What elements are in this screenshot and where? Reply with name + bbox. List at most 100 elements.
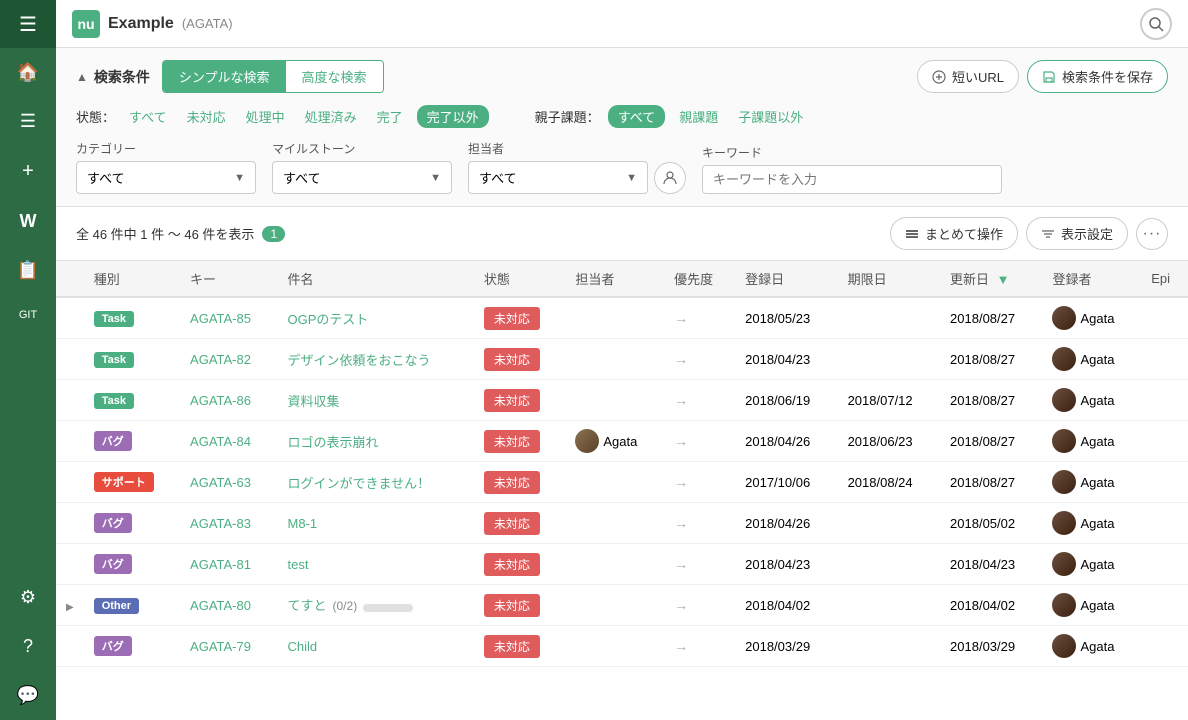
sidebar-item-list[interactable]: ☰ [0, 97, 56, 146]
expand-cell [56, 339, 84, 380]
issue-name-link[interactable]: M8-1 [288, 516, 318, 531]
status-filter-processing[interactable]: 処理中 [240, 105, 291, 128]
updated-cell: 2018/08/27 [940, 421, 1042, 462]
table-row: TaskAGATA-85OGPのテスト未対応→2018/05/232018/08… [56, 297, 1188, 339]
hamburger-icon[interactable]: ☰ [19, 12, 37, 37]
assignee-select[interactable]: すべて ▼ [468, 161, 648, 194]
registered-cell: 2018/04/26 [735, 503, 837, 544]
sidebar-item-wiki[interactable]: W [0, 197, 56, 246]
display-settings-button[interactable]: 表示設定 [1026, 217, 1128, 250]
issue-key-link[interactable]: AGATA-85 [190, 311, 251, 326]
issue-name-link[interactable]: Child [288, 639, 318, 654]
issues-table: 種別 キー 件名 状態 担当者 優先度 登録日 期限日 更新日 ▼ 登録者 Ep… [56, 261, 1188, 667]
issue-name-link[interactable]: OGPのテスト [288, 312, 369, 327]
sidebar-item-help[interactable]: ? [0, 622, 56, 671]
issue-key-link[interactable]: AGATA-80 [190, 598, 251, 613]
parent-filter-except-child[interactable]: 子課題以外 [732, 105, 809, 128]
issue-name-link[interactable]: ログインができません！ [288, 476, 431, 491]
expand-cell [56, 626, 84, 667]
status-filter-unresponded[interactable]: 未対応 [181, 105, 232, 128]
registered-cell: 2017/10/06 [735, 462, 837, 503]
issue-key-link[interactable]: AGATA-63 [190, 475, 251, 490]
priority-icon: → [674, 556, 688, 572]
sort-down-icon: ▼ [997, 272, 1010, 287]
epic-cell [1141, 503, 1188, 544]
deadline-cell [838, 297, 940, 339]
issue-key-link[interactable]: AGATA-83 [190, 516, 251, 531]
bulk-operation-button[interactable]: まとめて操作 [890, 217, 1018, 250]
category-select[interactable]: すべて ▼ [76, 161, 256, 194]
col-updated[interactable]: 更新日 ▼ [940, 261, 1042, 297]
issue-key-link[interactable]: AGATA-81 [190, 557, 251, 572]
type-cell: サポート [84, 462, 180, 503]
keyword-group: キーワード [702, 144, 1168, 194]
sidebar-item-home[interactable]: 🏠 [0, 48, 56, 97]
issue-key-link[interactable]: AGATA-86 [190, 393, 251, 408]
save-conditions-button[interactable]: 検索条件を保存 [1027, 60, 1168, 93]
tab-advanced-search[interactable]: 高度な検索 [286, 61, 383, 92]
milestone-select[interactable]: すべて ▼ [272, 161, 452, 194]
expand-button[interactable]: ▶ [66, 602, 74, 613]
tab-simple-search[interactable]: シンプルな検索 [163, 61, 286, 92]
col-type: 種別 [84, 261, 180, 297]
app-logo: nu [72, 10, 100, 38]
assignee-cell: Agata [565, 421, 664, 462]
sidebar-item-files[interactable]: 📋 [0, 246, 56, 295]
status-filter-all[interactable]: すべて [123, 105, 173, 128]
priority-icon: → [674, 597, 688, 613]
status-badge: 未対応 [484, 307, 540, 330]
issue-name-link[interactable]: てすと [288, 598, 327, 613]
type-badge: Other [94, 598, 139, 614]
table-row: TaskAGATA-86資料収集未対応→2018/06/192018/07/12… [56, 380, 1188, 421]
short-url-button[interactable]: 短いURL [917, 60, 1019, 93]
status-badge: 未対応 [484, 594, 540, 617]
header-left: nu Example (AGATA) [72, 10, 233, 38]
type-badge: バグ [94, 636, 132, 656]
issue-name-link[interactable]: test [288, 557, 309, 572]
assignee-dropdown-group: 担当者 すべて ▼ [468, 140, 686, 194]
search-icon[interactable] [1140, 8, 1172, 40]
issue-key-link[interactable]: AGATA-79 [190, 639, 251, 654]
table-row: バグAGATA-83M8-1未対応→2018/04/262018/05/02Ag… [56, 503, 1188, 544]
parent-filter-parent[interactable]: 親課題 [673, 105, 724, 128]
status-badge: 未対応 [484, 430, 540, 453]
registrant-cell: Agata [1042, 626, 1141, 667]
status-cell: 未対応 [474, 585, 566, 626]
status-badge: 未対応 [484, 553, 540, 576]
issue-key-link[interactable]: AGATA-84 [190, 434, 251, 449]
type-badge: Task [94, 352, 134, 368]
issue-name-link[interactable]: 資料収集 [288, 394, 340, 409]
updated-cell: 2018/05/02 [940, 503, 1042, 544]
sidebar-item-add[interactable]: + [0, 146, 56, 197]
sidebar-logo[interactable]: ☰ [0, 0, 56, 48]
status-filter-processed[interactable]: 処理済み [299, 105, 363, 128]
deadline-cell: 2018/08/24 [838, 462, 940, 503]
registrant-name: Agata [1080, 516, 1114, 531]
sidebar-item-settings[interactable]: ⚙ [0, 573, 56, 622]
registrant-avatar [1052, 593, 1076, 617]
issue-name-link[interactable]: ロゴの表示崩れ [288, 435, 379, 450]
col-registrant: 登録者 [1042, 261, 1141, 297]
registrant-name: Agata [1080, 639, 1114, 654]
parent-filter-all[interactable]: すべて [608, 105, 666, 128]
status-filter-done[interactable]: 完了 [371, 105, 409, 128]
keyword-input[interactable] [702, 165, 1002, 194]
registered-cell: 2018/04/23 [735, 544, 837, 585]
more-options-button[interactable]: ··· [1136, 218, 1168, 250]
status-cell: 未対応 [474, 462, 566, 503]
user-select-icon[interactable] [654, 162, 686, 194]
registrant-cell: Agata [1042, 421, 1141, 462]
issue-key-link[interactable]: AGATA-82 [190, 352, 251, 367]
status-filter-not-done[interactable]: 完了以外 [417, 105, 489, 128]
expand-cell [56, 421, 84, 462]
key-cell: AGATA-86 [180, 380, 277, 421]
sidebar-item-chat[interactable]: 💬 [0, 671, 56, 720]
type-badge: バグ [94, 554, 132, 574]
sidebar-item-git[interactable]: GIT [0, 295, 56, 335]
issue-name-link[interactable]: デザイン依頼をおこなう [288, 353, 431, 368]
col-key: キー [180, 261, 277, 297]
priority-cell: → [664, 544, 735, 585]
search-area: ▲ 検索条件 シンプルな検索 高度な検索 短いURL 検索条件を保存 [56, 48, 1188, 207]
registered-cell: 2018/06/19 [735, 380, 837, 421]
priority-icon: → [674, 515, 688, 531]
